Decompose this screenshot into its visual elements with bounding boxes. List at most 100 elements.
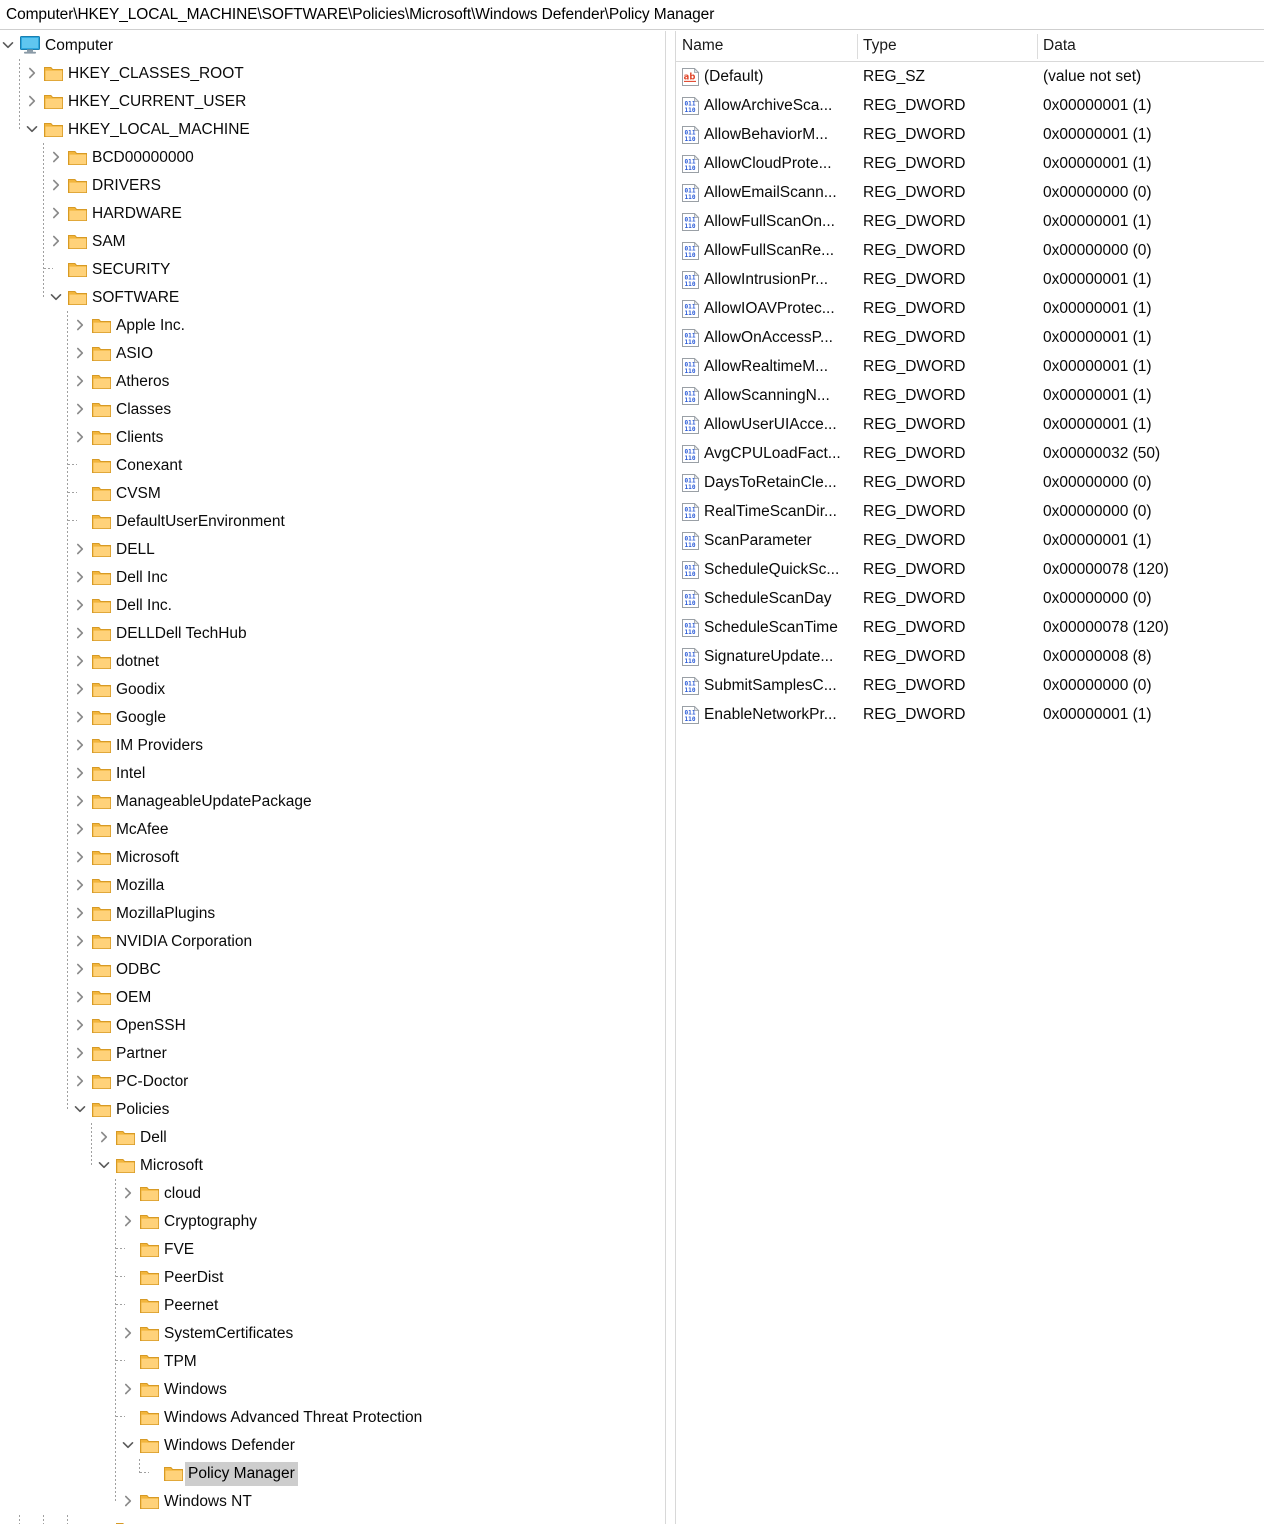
chevron-right-icon[interactable] — [72, 1073, 88, 1089]
chevron-down-icon[interactable] — [24, 121, 40, 137]
chevron-right-icon[interactable] — [72, 597, 88, 613]
chevron-right-icon[interactable] — [72, 653, 88, 669]
tree-item-security[interactable]: SECURITY — [0, 255, 665, 283]
value-row[interactable]: 011 110 ScanParameter REG_DWORD 0x00000001 (… — [676, 526, 1264, 555]
chevron-right-icon[interactable] — [72, 793, 88, 809]
tree-item-oem[interactable]: OEM — [0, 983, 665, 1011]
column-divider[interactable] — [1037, 34, 1038, 59]
value-row[interactable]: 011 110 AllowUserUIAcce... REG_DWORD 0x00000… — [676, 410, 1264, 439]
tree-item-bcd00000000[interactable]: BCD00000000 — [0, 143, 665, 171]
tree-item-drivers[interactable]: DRIVERS — [0, 171, 665, 199]
chevron-right-icon[interactable] — [120, 1325, 136, 1341]
tree-item-systemcertificates[interactable]: SystemCertificates — [0, 1319, 665, 1347]
tree-item-im-providers[interactable]: IM Providers — [0, 731, 665, 759]
chevron-right-icon[interactable] — [72, 849, 88, 865]
tree-item-microsoft[interactable]: Microsoft — [0, 1151, 665, 1179]
tree-item-atheros[interactable]: Atheros — [0, 367, 665, 395]
tree-item-windows-defender[interactable]: Windows Defender — [0, 1431, 665, 1459]
chevron-right-icon[interactable] — [72, 429, 88, 445]
chevron-right-icon[interactable] — [72, 401, 88, 417]
value-row[interactable]: ab (Default) REG_SZ (value not set) — [676, 62, 1264, 91]
tree-item-asio[interactable]: ASIO — [0, 339, 665, 367]
tree-item-mcafee[interactable]: McAfee — [0, 815, 665, 843]
tree-item-odbc[interactable]: ODBC — [0, 955, 665, 983]
tree-item-goodix[interactable]: Goodix — [0, 675, 665, 703]
tree-item-dell[interactable]: Dell — [0, 1123, 665, 1151]
tree-item-windows[interactable]: Windows — [0, 1375, 665, 1403]
column-header-name[interactable]: Name — [676, 31, 723, 61]
tree-item-intel[interactable]: Intel — [0, 759, 665, 787]
tree-item-google[interactable]: Google — [0, 703, 665, 731]
chevron-right-icon[interactable] — [72, 737, 88, 753]
tree-item-windows-advanced-threat-protection[interactable]: Windows Advanced Threat Protection — [0, 1403, 665, 1431]
tree-item-delldell-techhub[interactable]: DELLDell TechHub — [0, 619, 665, 647]
tree-item-computer[interactable]: Computer — [0, 31, 665, 59]
tree-item-conexant[interactable]: Conexant — [0, 451, 665, 479]
tree-item-openssh[interactable]: OpenSSH — [0, 1011, 665, 1039]
tree-item-tpm[interactable]: TPM — [0, 1347, 665, 1375]
tree-item-peernet[interactable]: Peernet — [0, 1291, 665, 1319]
value-row[interactable]: 011 110 AllowCloudProte... REG_DWORD 0x00000… — [676, 149, 1264, 178]
value-row[interactable]: 011 110 DaysToRetainCle... REG_DWORD 0x00000… — [676, 468, 1264, 497]
registry-tree-pane[interactable]: Computer HKEY_CLASSES_ROOT HKEY_CURRENT_US… — [0, 31, 665, 1524]
chevron-right-icon[interactable] — [72, 933, 88, 949]
chevron-right-icon[interactable] — [120, 1493, 136, 1509]
tree-item-cryptography[interactable]: Cryptography — [0, 1207, 665, 1235]
column-divider[interactable] — [857, 34, 858, 59]
tree-item-fve[interactable]: FVE — [0, 1235, 665, 1263]
value-row[interactable]: 011 110 AllowOnAccessP... REG_DWORD 0x000000… — [676, 323, 1264, 352]
tree-item-cvsm[interactable]: CVSM — [0, 479, 665, 507]
chevron-right-icon[interactable] — [48, 205, 64, 221]
column-header-data[interactable]: Data — [1037, 31, 1076, 61]
pane-splitter[interactable] — [665, 31, 676, 1524]
chevron-right-icon[interactable] — [24, 65, 40, 81]
tree-item-policies[interactable]: Policies — [0, 1095, 665, 1123]
tree-item-hkey-local-machine[interactable]: HKEY_LOCAL_MACHINE — [0, 115, 665, 143]
tree-item-mozillaplugins[interactable]: MozillaPlugins — [0, 899, 665, 927]
value-row[interactable]: 011 110 AvgCPULoadFact... REG_DWORD 0x000000… — [676, 439, 1264, 468]
chevron-right-icon[interactable] — [72, 681, 88, 697]
value-row[interactable]: 011 110 ScheduleScanTime REG_DWORD 0x0000007… — [676, 613, 1264, 642]
chevron-right-icon[interactable] — [48, 233, 64, 249]
tree-item-sam[interactable]: SAM — [0, 227, 665, 255]
chevron-right-icon[interactable] — [72, 961, 88, 977]
chevron-right-icon[interactable] — [72, 821, 88, 837]
tree-item-manageableupdatepackage[interactable]: ManageableUpdatePackage — [0, 787, 665, 815]
chevron-right-icon[interactable] — [120, 1185, 136, 1201]
tree-item-partner[interactable]: Partner — [0, 1039, 665, 1067]
chevron-right-icon[interactable] — [120, 1213, 136, 1229]
chevron-right-icon[interactable] — [72, 541, 88, 557]
value-row[interactable]: 011 110 AllowFullScanOn... REG_DWORD 0x00000… — [676, 207, 1264, 236]
chevron-right-icon[interactable] — [72, 373, 88, 389]
tree-item-apple-inc[interactable]: Apple Inc. — [0, 311, 665, 339]
tree-item-dell[interactable]: DELL — [0, 535, 665, 563]
tree-item-hardware[interactable]: HARDWARE — [0, 199, 665, 227]
tree-item-microsoft[interactable]: Microsoft — [0, 843, 665, 871]
chevron-right-icon[interactable] — [72, 569, 88, 585]
chevron-right-icon[interactable] — [72, 905, 88, 921]
tree-item-software[interactable]: SOFTWARE — [0, 283, 665, 311]
tree-item-peerdist[interactable]: PeerDist — [0, 1263, 665, 1291]
tree-item-dell-inc[interactable]: Dell Inc — [0, 563, 665, 591]
value-row[interactable]: 011 110 SubmitSamplesC... REG_DWORD 0x000000… — [676, 671, 1264, 700]
tree-item-cloud[interactable]: cloud — [0, 1179, 665, 1207]
value-row[interactable]: 011 110 AllowFullScanRe... REG_DWORD 0x00000… — [676, 236, 1264, 265]
chevron-right-icon[interactable] — [24, 93, 40, 109]
tree-item-dell-inc[interactable]: Dell Inc. — [0, 591, 665, 619]
chevron-down-icon[interactable] — [120, 1437, 136, 1453]
value-row[interactable]: 011 110 AllowScanningN... REG_DWORD 0x000000… — [676, 381, 1264, 410]
chevron-right-icon[interactable] — [96, 1129, 112, 1145]
tree-item-pc-doctor[interactable]: PC-Doctor — [0, 1067, 665, 1095]
tree-item-classes[interactable]: Classes — [0, 395, 665, 423]
chevron-right-icon[interactable] — [72, 989, 88, 1005]
tree-item-mozilla[interactable]: Mozilla — [0, 871, 665, 899]
chevron-right-icon[interactable] — [72, 317, 88, 333]
tree-item-hkey-current-user[interactable]: HKEY_CURRENT_USER — [0, 87, 665, 115]
tree-item-partial[interactable] — [0, 1515, 665, 1524]
chevron-right-icon[interactable] — [72, 765, 88, 781]
chevron-right-icon[interactable] — [48, 149, 64, 165]
chevron-right-icon[interactable] — [72, 1045, 88, 1061]
address-bar[interactable]: Computer\HKEY_LOCAL_MACHINE\SOFTWARE\Pol… — [0, 0, 1264, 30]
value-row[interactable]: 011 110 AllowEmailScann... REG_DWORD 0x00000… — [676, 178, 1264, 207]
tree-item-policy-manager[interactable]: Policy Manager — [0, 1459, 665, 1487]
